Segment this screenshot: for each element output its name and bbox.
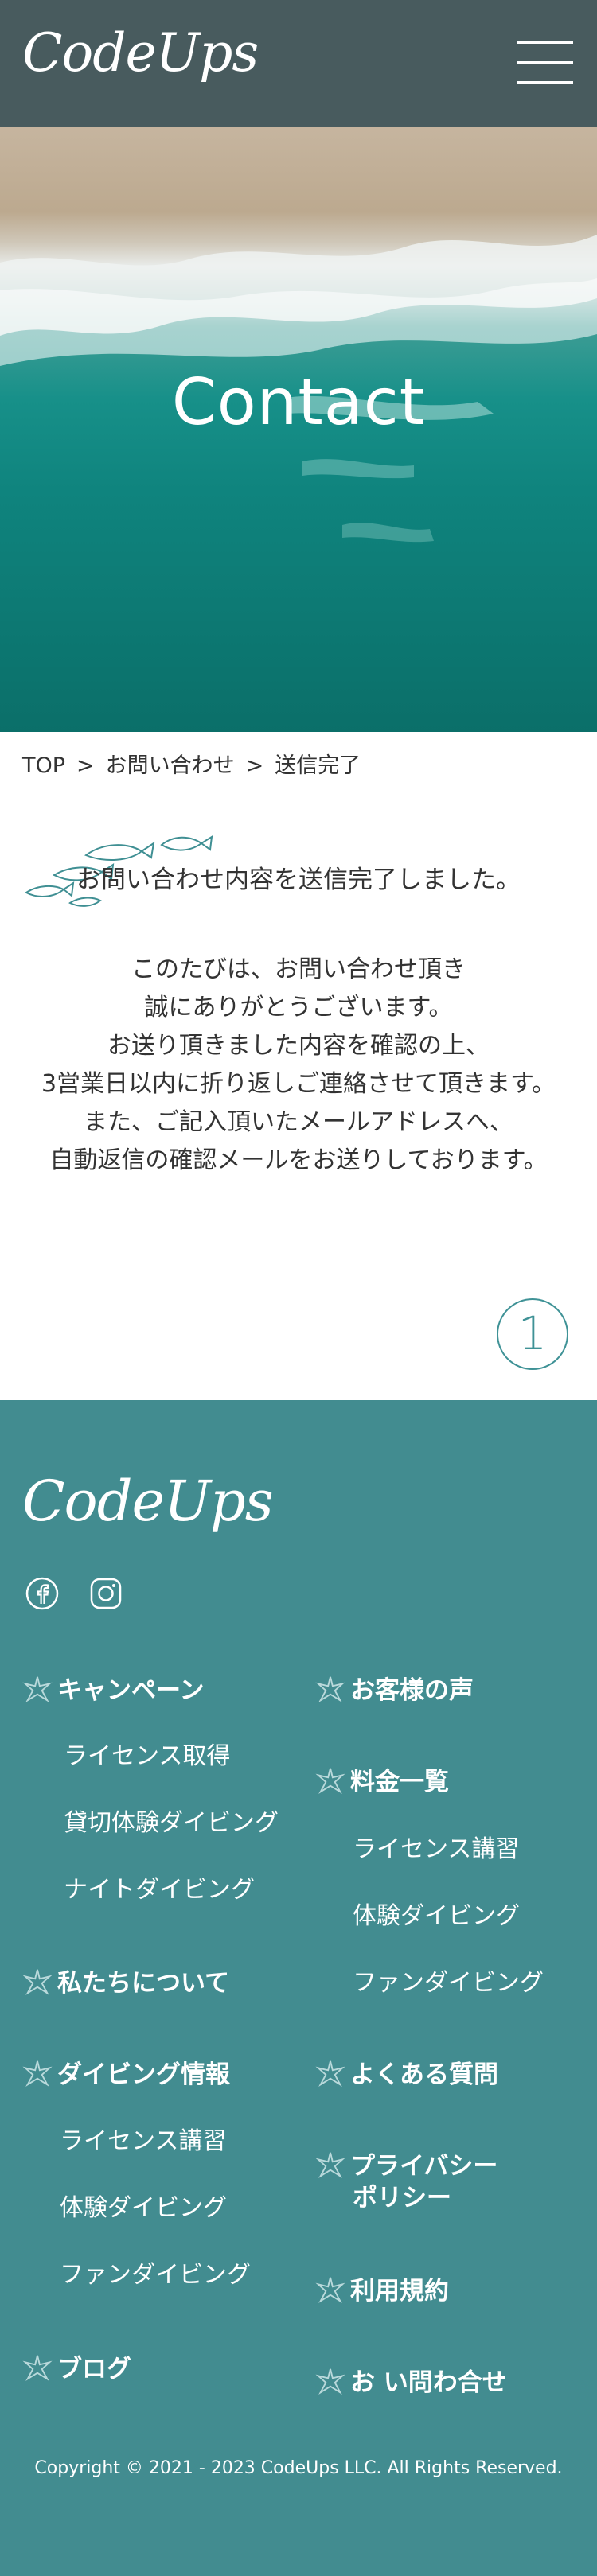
site-footer: CodeUps キャンペーン ライセンス取得 貸切体験ダイビング ナイトダイビン… <box>0 1400 597 2576</box>
hamburger-menu-icon[interactable] <box>517 41 573 84</box>
footer-nav-contact[interactable]: お い問わ合せ <box>315 2367 507 2399</box>
footer-nav-price-license[interactable]: ライセンス講習 <box>353 1834 519 1866</box>
footer-nav-label: 私たちについて <box>57 1969 230 1998</box>
footer-nav-privacy[interactable]: プライバシー <box>315 2150 498 2182</box>
breadcrumb-top-link[interactable]: TOP <box>22 753 65 778</box>
breadcrumb-separator: > <box>76 753 95 778</box>
breadcrumb-current: 送信完了 <box>275 753 361 778</box>
page-top-button[interactable]: 1 <box>497 1298 568 1370</box>
footer-nav-label: プライバシー <box>350 2152 498 2181</box>
footer-nav-label: ダイビング情報 <box>57 2060 230 2089</box>
instagram-icon[interactable] <box>89 1577 123 1610</box>
thanks-message: このたびは、お問い合わせ頂き 誠にありがとうございます。 お送り頂きました内容を… <box>0 951 597 1180</box>
thanks-line: お送り頂きました内容を確認の上、 <box>107 1032 490 1060</box>
starfish-icon <box>22 1676 53 1702</box>
footer-nav-label: 料金一覧 <box>350 1768 449 1796</box>
footer-nav-campaign-private[interactable]: 貸切体験ダイビング <box>64 1807 279 1839</box>
footer-nav-info-trial[interactable]: 体験ダイビング <box>60 2193 227 2224</box>
site-header: CodeUps <box>0 0 597 127</box>
footer-nav-about[interactable]: 私たちについて <box>22 1967 229 1999</box>
footer-nav-label: お客様の声 <box>350 1676 474 1705</box>
footer-nav-info-fun[interactable]: ファンダイビング <box>60 2259 251 2291</box>
page-title: Contact <box>171 364 426 439</box>
starfish-icon <box>315 1676 345 1702</box>
footer-nav-info-license[interactable]: ライセンス講習 <box>60 2126 226 2158</box>
thanks-line: 3営業日以内に折り返しご連絡させて頂きます。 <box>41 1070 556 1098</box>
footer-nav-faq[interactable]: よくある質問 <box>315 2059 498 2091</box>
footer-nav-label: 利用規約 <box>350 2277 449 2306</box>
starfish-icon <box>315 2152 345 2178</box>
footer-nav-label: ブログ <box>57 2355 131 2383</box>
thanks-line: このたびは、お問い合わせ頂き <box>131 955 466 983</box>
footer-nav-voice[interactable]: お客様の声 <box>315 1675 474 1706</box>
footer-logo[interactable]: CodeUps <box>22 1473 274 1529</box>
footer-nav-label: よくある質問 <box>350 2060 498 2089</box>
footer-nav-terms[interactable]: 利用規約 <box>315 2275 449 2307</box>
starfish-icon <box>315 2060 345 2087</box>
starfish-icon <box>22 1969 53 1995</box>
thanks-line: 誠にありがとうございます。 <box>144 994 453 1021</box>
thanks-line: 自動返信の確認メールをお送りしております。 <box>49 1146 548 1174</box>
footer-nav-info[interactable]: ダイビング情報 <box>22 2059 230 2091</box>
breadcrumb-contact-link[interactable]: お問い合わせ <box>106 753 235 778</box>
starfish-icon <box>22 2355 53 2381</box>
thanks-title: お問い合わせ内容を送信完了しました。 <box>76 866 521 894</box>
starfish-icon <box>315 1768 345 1794</box>
site-logo[interactable]: CodeUps <box>22 27 259 80</box>
breadcrumb-separator: > <box>245 753 264 778</box>
hero-section: Contact <box>0 127 597 732</box>
starfish-icon <box>315 2368 345 2395</box>
footer-nav-campaign-license[interactable]: ライセンス取得 <box>64 1741 230 1772</box>
footer-nav-label: お い問わ合せ <box>350 2368 507 2397</box>
footer-nav-campaign-night[interactable]: ナイトダイビング <box>64 1874 255 1906</box>
facebook-icon[interactable] <box>25 1577 59 1610</box>
footer-nav-blog[interactable]: ブログ <box>22 2353 131 2385</box>
starfish-icon <box>315 2277 345 2303</box>
footer-nav-label: キャンペーン <box>57 1676 205 1705</box>
footer-nav-price-fun[interactable]: ファンダイビング <box>353 1967 544 1999</box>
copyright-text: Copyright © 2021 - 2023 CodeUps LLC. All… <box>34 2458 563 2478</box>
thanks-line: また、ご記入頂いたメールアドレスへ、 <box>84 1108 513 1136</box>
footer-nav-campaign[interactable]: キャンペーン <box>22 1675 204 1706</box>
breadcrumb: TOP > お問い合わせ > 送信完了 <box>22 748 361 779</box>
footer-nav-price[interactable]: 料金一覧 <box>315 1766 449 1798</box>
footer-nav-privacy-line2[interactable]: ポリシー <box>353 2182 451 2214</box>
starfish-icon <box>22 2060 53 2087</box>
footer-nav-price-trial[interactable]: 体験ダイビング <box>353 1901 520 1932</box>
